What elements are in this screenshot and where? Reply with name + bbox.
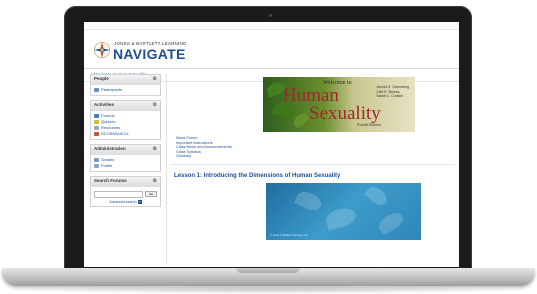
site-header: JONES & BARTLETT LEARNING NAVIGATE xyxy=(84,30,459,69)
camera-dot xyxy=(269,14,272,17)
sidebar-item-label: SCORM/AICCs xyxy=(101,131,129,136)
scorm-icon xyxy=(94,132,99,136)
sidebar-item-label: Participants xyxy=(101,87,122,92)
gear-icon[interactable]: ⚙ xyxy=(153,146,157,152)
gear-icon[interactable]: ⚙ xyxy=(153,76,157,82)
laptop-hinge-notch xyxy=(236,268,300,273)
course-links-list: News Forum Important Instructions Class … xyxy=(176,136,232,159)
forum-icon xyxy=(94,114,99,118)
author-name: Sarah C. Conklin xyxy=(376,94,403,98)
leaf-shape xyxy=(375,209,407,236)
activities-block-header: Activities ⚙ xyxy=(91,101,160,111)
course-main: Welcome to Human Sexuality Jerrold S. Gr… xyxy=(166,74,457,264)
administration-block: Administration ⚙ Grades Profile xyxy=(90,144,161,172)
course-banner-image: Welcome to Human Sexuality Jerrold S. Gr… xyxy=(263,77,415,132)
laptop-shadow xyxy=(0,286,537,294)
banner-authors: Jerrold S. Greenberg Clint E. Bruess Sar… xyxy=(376,85,409,99)
gear-icon[interactable]: ⚙ xyxy=(153,102,157,108)
leaf-shape xyxy=(291,111,311,129)
banner-edition: Fourth Edition xyxy=(357,122,381,127)
sidebar-item-label: Profile xyxy=(101,163,113,168)
users-icon xyxy=(94,88,99,92)
leaf-shape xyxy=(324,205,358,231)
people-block: People ⚙ Participants xyxy=(90,74,161,96)
section-divider xyxy=(171,164,455,165)
search-forums-block-header: Search Forums ⚙ xyxy=(91,177,160,187)
administration-block-title: Administration xyxy=(94,146,126,151)
leaf-shape xyxy=(293,188,325,214)
help-icon[interactable]: ? xyxy=(137,200,142,204)
people-block-title: People xyxy=(94,76,109,81)
activities-block: Activities ⚙ Forums Quizzes Resources SC… xyxy=(90,100,161,140)
top-bar xyxy=(84,22,459,30)
compass-logo-icon[interactable] xyxy=(93,41,111,59)
grades-icon xyxy=(94,158,99,162)
sidebar-item-participants[interactable]: Participants xyxy=(94,87,157,93)
navigate-logo-text[interactable]: NAVIGATE xyxy=(113,46,186,62)
screen: JONES & BARTLETT LEARNING NAVIGATE » Nav… xyxy=(84,22,459,267)
search-go-button[interactable]: Go xyxy=(145,191,157,197)
lesson-title[interactable]: Lesson 1: Introducing the Dimensions of … xyxy=(174,173,340,179)
search-forums-input[interactable] xyxy=(94,191,144,198)
image-caption: © Jones & Bartlett Learning, LLC xyxy=(270,234,308,237)
administration-block-header: Administration ⚙ xyxy=(91,145,160,155)
advanced-search-link[interactable]: Advanced search ? xyxy=(94,200,157,204)
leaf-shape xyxy=(364,183,390,209)
lesson-banner-image: © Jones & Bartlett Learning, LLC xyxy=(266,183,421,240)
sidebar-item-scorm[interactable]: SCORM/AICCs xyxy=(94,131,157,137)
gear-icon[interactable]: ⚙ xyxy=(153,178,157,184)
search-forums-block-title: Search Forums xyxy=(94,178,127,183)
sidebar: People ⚙ Participants Activities ⚙ Forum… xyxy=(90,74,161,211)
author-name: Jerrold S. Greenberg xyxy=(376,85,409,89)
profile-icon xyxy=(94,164,99,168)
quiz-icon xyxy=(94,120,99,124)
sidebar-item-profile[interactable]: Profile xyxy=(94,163,157,169)
people-block-header: People ⚙ xyxy=(91,75,160,85)
activities-block-title: Activities xyxy=(94,102,115,107)
link-glossary[interactable]: Glossary xyxy=(176,154,232,159)
search-forums-block: Search Forums ⚙ Go Advanced search ? xyxy=(90,176,161,207)
resource-icon xyxy=(94,126,99,130)
advanced-search-label[interactable]: Advanced search xyxy=(109,200,136,204)
